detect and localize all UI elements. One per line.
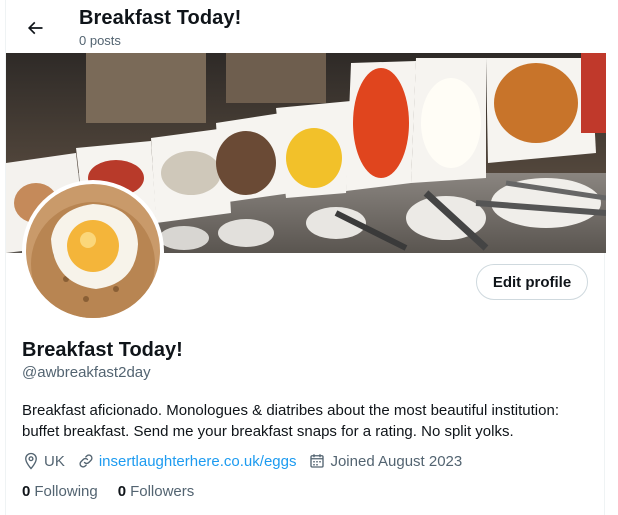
following-label: Following [34,483,98,500]
location-text: UK [44,452,65,470]
location-item: UK [22,452,65,470]
profile-bio: Breakfast aficionado. Monologues & diatr… [22,402,559,440]
followers-link[interactable]: 0 Followers [118,483,195,500]
joined-text: Joined August 2023 [330,452,463,470]
avatar[interactable] [22,180,164,322]
website-item: insertlaughterhere.co.uk/eggs [77,452,297,470]
map-pin-icon [25,452,37,470]
back-button[interactable] [18,11,52,45]
joined-item: Joined August 2023 [308,452,462,470]
post-count: 0 posts [79,33,121,48]
following-link[interactable]: 0 Following [22,483,98,500]
profile-header: Breakfast Today! 0 posts [6,0,606,53]
arrow-left-icon [27,21,43,35]
edit-profile-button[interactable]: Edit profile [476,264,588,300]
followers-label: Followers [130,483,195,500]
calendar-icon [310,454,325,468]
link-icon [79,454,93,468]
profile-name: Breakfast Today! [22,339,183,361]
header-title: Breakfast Today! [79,7,242,29]
followers-count: 0 [117,483,127,500]
avatar-photo [26,184,160,318]
website-link[interactable]: insertlaughterhere.co.uk/eggs [99,453,297,470]
profile-meta: UK insertlaughterhere.co.uk/eggs Joined … [22,451,474,471]
profile-page: Breakfast Today! 0 posts Edit profile Br… [5,0,606,515]
following-count: 0 [22,483,31,500]
follow-stats: 0 Following 0 Followers [22,483,214,500]
profile-handle: @awbreakfast2day [22,364,151,381]
